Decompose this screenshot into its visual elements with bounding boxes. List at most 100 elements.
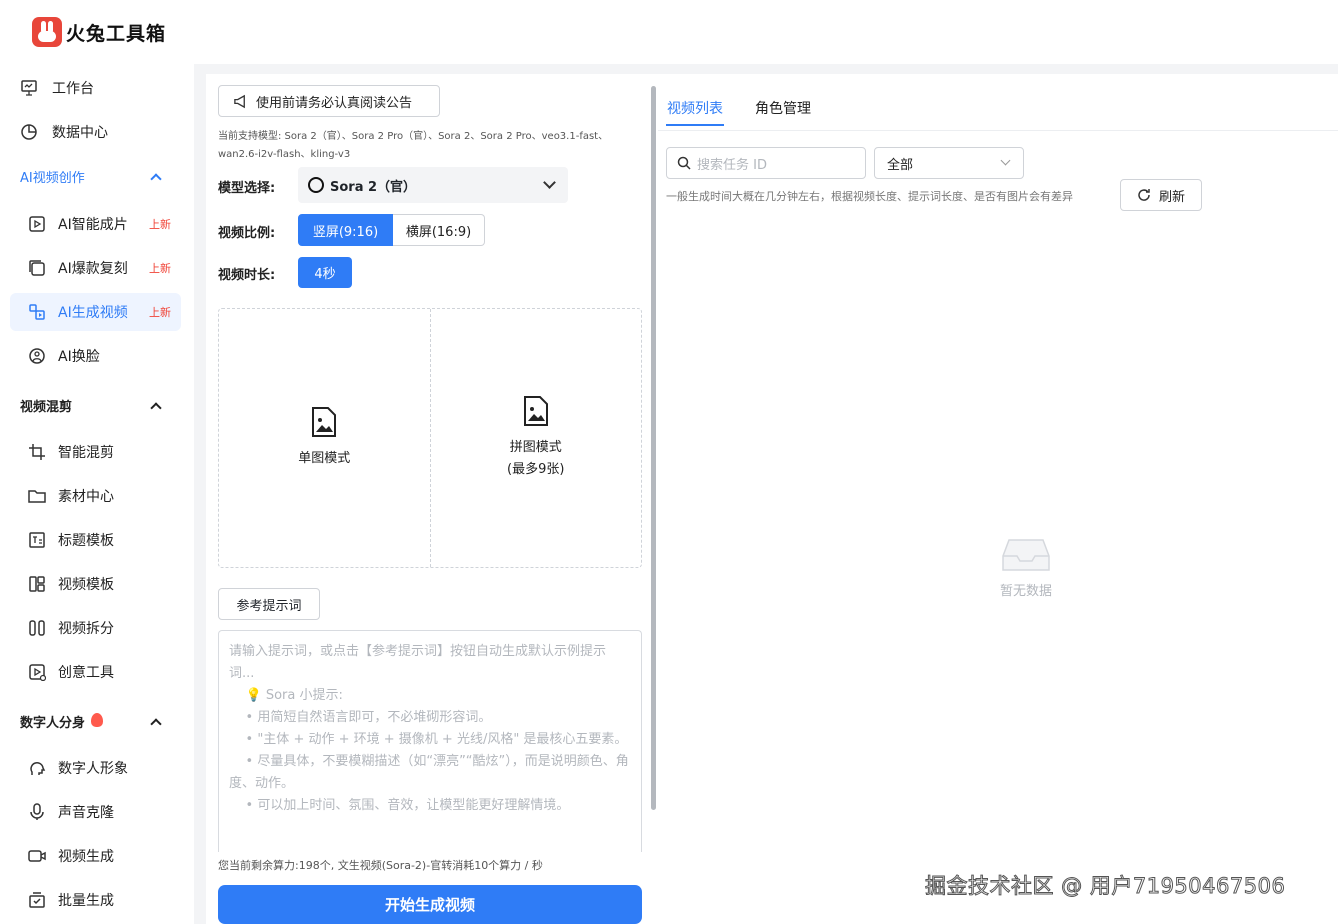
sidebar-item-label: 视频拆分 (58, 621, 114, 637)
sidebar-item-video-split[interactable]: 视频拆分 (10, 609, 181, 647)
ratio-label: 视频比例: (218, 226, 276, 241)
notice-button[interactable]: 使用前请务必认真阅读公告 (218, 85, 440, 117)
sidebar-item-workbench[interactable]: 工作台 (20, 78, 94, 98)
panel-scrollbar[interactable] (651, 86, 656, 810)
ratio-option-portrait[interactable]: 竖屏(9:16) (298, 214, 393, 246)
duration-option[interactable]: 4秒 (298, 257, 352, 288)
generate-video-icon (29, 304, 45, 320)
new-badge: 上新 (149, 262, 171, 275)
active-tab-indicator (666, 124, 724, 126)
section-label-text: 数字人分身 (20, 716, 86, 731)
generation-panel: 使用前请务必认真阅读公告 当前支持模型: Sora 2（官）、Sora 2 Pr… (206, 74, 658, 924)
task-search-input[interactable]: 搜索任务 ID (666, 147, 866, 179)
chevron-up-icon (150, 401, 162, 414)
duration-label: 视频时长: (218, 268, 276, 283)
upload-single-mode[interactable]: 单图模式 (219, 309, 430, 567)
upload-collage-mode[interactable]: 拼图模式 (最多9张) (429, 309, 642, 567)
megaphone-icon (234, 94, 245, 108)
refresh-button[interactable]: 刷新 (1120, 179, 1202, 211)
ratio-option-landscape[interactable]: 横屏(16:9) (393, 214, 485, 246)
creative-tool-icon (29, 664, 46, 681)
split-icon (29, 620, 45, 636)
ai-video-icon (29, 216, 45, 232)
section-label: 数字人分身 (20, 712, 104, 731)
sidebar-item-batch-generate[interactable]: 批量生成 (10, 881, 181, 919)
sidebar-item-label: 数字人形象 (58, 761, 128, 777)
copy-video-icon (29, 260, 45, 276)
sidebar-item-voice-clone[interactable]: 声音克隆 (10, 793, 181, 831)
image-upload-area: 单图模式 拼图模式 (最多9张) (218, 308, 642, 568)
prompt-placeholder: 请输入提示词，或点击【参考提示词】按钮自动生成默认示例提示词... 💡 Sora… (229, 644, 629, 813)
empty-state: 暂无数据 (1000, 536, 1052, 599)
tab-role-management[interactable]: 角色管理 (755, 98, 811, 118)
tabs-divider (658, 130, 1338, 131)
folder-icon (28, 490, 46, 503)
model-select[interactable]: Sora 2（官） (298, 167, 568, 203)
sidebar-item-digital-human[interactable]: 数字人形象 (10, 749, 181, 787)
sidebar-item-data-center[interactable]: 数据中心 (20, 122, 108, 142)
empty-inbox-icon (1002, 539, 1050, 571)
sidebar-item-label: 工作台 (52, 81, 94, 97)
refresh-icon (1138, 189, 1150, 201)
sidebar-item-smart-mix[interactable]: 智能混剪 (10, 433, 181, 471)
upload-collage-label: 拼图模式 (509, 440, 562, 455)
supported-models-text: 当前支持模型: Sora 2（官）、Sora 2 Pro（官）、Sora 2、S… (218, 131, 609, 160)
sidebar-item-ai-generate-video[interactable]: AI生成视频 上新 (10, 293, 181, 331)
sidebar-item-label: AI智能成片 (58, 217, 128, 233)
chevron-up-icon (150, 717, 162, 730)
sidebar-item-title-template[interactable]: 标题模板 (10, 521, 181, 559)
top-bar: 火兔工具箱 (0, 0, 1338, 64)
section-video-mix[interactable]: 视频混剪 (20, 396, 170, 415)
new-badge: 上新 (149, 218, 171, 231)
upload-single-label: 单图模式 (298, 451, 351, 466)
start-generate-button[interactable]: 开始生成视频 (218, 885, 642, 924)
layout-template-icon (29, 576, 45, 592)
sidebar-item-label: 标题模板 (58, 533, 114, 549)
sidebar-item-label: AI生成视频 (58, 305, 128, 321)
filter-value: 全部 (887, 157, 914, 173)
model-select-value: Sora 2（官） (330, 179, 417, 195)
batch-icon (29, 892, 45, 908)
sidebar-item-label: AI换脸 (58, 349, 100, 365)
reference-prompt-button[interactable]: 参考提示词 (218, 588, 320, 620)
empty-text: 暂无数据 (1000, 584, 1053, 599)
sidebar-item-label: 智能混剪 (58, 445, 114, 461)
upload-collage-sub: (最多9张) (507, 462, 565, 477)
model-label: 模型选择: (218, 181, 276, 196)
section-ai-video[interactable]: AI视频创作 (20, 167, 170, 186)
section-label: AI视频创作 (20, 171, 85, 186)
refresh-label: 刷新 (1158, 189, 1185, 205)
sidebar-item-ai-smart-film[interactable]: AI智能成片 上新 (10, 205, 181, 243)
sidebar-item-video-template[interactable]: 视频模板 (10, 565, 181, 603)
section-digital-human[interactable]: 数字人分身 (20, 712, 170, 731)
sidebar-item-material-center[interactable]: 素材中心 (10, 477, 181, 515)
quota-text: 您当前剩余算力:198个, 文生视频(Sora-2)-官转消耗10个算力 / 秒 (218, 859, 543, 872)
ratio-segmented-control: 竖屏(9:16) 横屏(16:9) (298, 214, 485, 246)
openai-icon (308, 177, 324, 193)
chevron-down-icon (1000, 155, 1011, 166)
chevron-up-icon (150, 172, 162, 185)
section-label: 视频混剪 (20, 400, 73, 415)
sidebar-item-label: 批量生成 (58, 893, 114, 909)
crop-icon (29, 444, 45, 460)
sidebar-item-ai-face-swap[interactable]: AI换脸 (10, 337, 181, 375)
sidebar-item-creative-tool[interactable]: 创意工具 (10, 653, 181, 691)
sidebar-item-label: 视频模板 (58, 577, 114, 593)
notice-button-label: 使用前请务必认真阅读公告 (256, 95, 413, 111)
watermark-text: 掘金技术社区 @ 用户71950467506 (924, 874, 1286, 899)
tab-video-list[interactable]: 视频列表 (667, 98, 723, 118)
search-placeholder: 搜索任务 ID (697, 157, 767, 173)
sidebar-item-ai-replicate[interactable]: AI爆款复刻 上新 (10, 249, 181, 287)
rabbit-logo-icon (32, 17, 62, 47)
sidebar-item-label: AI爆款复刻 (58, 261, 128, 277)
microphone-icon (30, 803, 44, 820)
sidebar-item-video-generate[interactable]: 视频生成 (10, 837, 181, 875)
pie-chart-icon (21, 124, 37, 140)
search-icon (677, 156, 691, 170)
brand-title: 火兔工具箱 (66, 22, 167, 45)
status-filter-select[interactable]: 全部 (874, 147, 1024, 179)
sidebar-item-label: 数据中心 (52, 125, 108, 141)
sidebar-item-label: 声音克隆 (58, 805, 114, 821)
prompt-textarea[interactable]: 请输入提示词，或点击【参考提示词】按钮自动生成默认示例提示词... 💡 Sora… (218, 630, 642, 852)
sidebar: 工作台 数据中心 AI视频创作 AI智能成片 上新 AI爆款复刻 上新 AI生成… (0, 64, 194, 924)
